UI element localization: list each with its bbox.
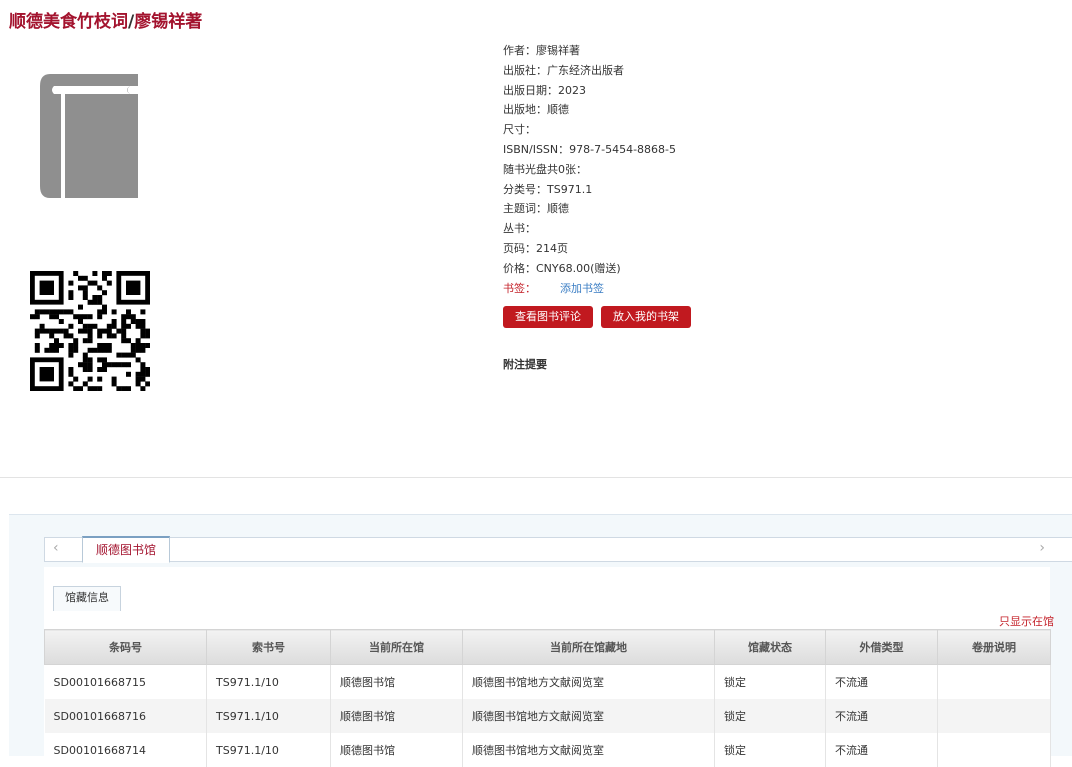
library-tab-strip: ‹ 顺德图书馆 › xyxy=(44,536,1072,563)
meta-price: 价格：CNY68.00(赠送) xyxy=(503,261,621,275)
col-volume-note[interactable]: 卷册说明 xyxy=(937,629,1051,665)
tab-holdings-info[interactable]: 馆藏信息 xyxy=(53,586,121,611)
col-current-location[interactable]: 当前所在馆藏地 xyxy=(462,629,715,665)
cell-loan-type: 不流通 xyxy=(825,699,938,733)
section-divider xyxy=(0,477,1072,478)
cell-loan-type: 不流通 xyxy=(825,733,938,767)
cell-barcode: SD00101668716 xyxy=(44,699,207,733)
cell-status: 锁定 xyxy=(714,699,826,733)
col-current-library[interactable]: 当前所在馆 xyxy=(330,629,463,665)
col-barcode[interactable]: 条码号 xyxy=(44,629,207,665)
page-title: 顺德美食竹枝词/廖锡祥著 xyxy=(9,7,202,32)
holdings-content: 馆藏信息 只显示在馆 条码号 索书号 当前所在馆 当前所在馆藏地 馆藏状态 外借… xyxy=(44,567,1054,767)
cell-location: 顺德图书馆地方文献阅览室 xyxy=(462,699,715,733)
cell-library: 顺德图书馆 xyxy=(330,733,463,767)
notes-heading: 附注提要 xyxy=(503,358,547,371)
cell-call-number: TS971.1/10 xyxy=(206,699,331,733)
cell-call-number: TS971.1/10 xyxy=(206,733,331,767)
cell-location: 顺德图书馆地方文献阅览室 xyxy=(462,733,715,767)
cell-barcode: SD00101668714 xyxy=(44,733,207,767)
table-row[interactable]: SD00101668715 TS971.1/10 顺德图书馆 顺德图书馆地方文献… xyxy=(44,664,1051,699)
table-row[interactable]: SD00101668716 TS971.1/10 顺德图书馆 顺德图书馆地方文献… xyxy=(44,699,1051,733)
view-reviews-button[interactable]: 查看图书评论 xyxy=(503,306,593,328)
meta-series: 丛书： xyxy=(503,222,536,236)
book-author: 廖锡祥著 xyxy=(134,12,203,32)
meta-publish-place: 出版地：顺德 xyxy=(503,103,569,117)
scroll-right-icon[interactable]: › xyxy=(1039,540,1045,556)
meta-author: 作者：廖锡祥著 xyxy=(503,44,580,57)
cell-call-number: TS971.1/10 xyxy=(206,664,331,699)
book-title: 顺德美食竹枝词 xyxy=(9,12,128,32)
meta-isbn: ISBN/ISSN：978-7-5454-8868-5 xyxy=(503,142,677,156)
tab-shunde-library[interactable]: 顺德图书馆 xyxy=(82,536,170,563)
cell-location: 顺德图书馆地方文献阅览室 xyxy=(462,664,715,699)
holdings-panel: ‹ 顺德图书馆 › 馆藏信息 只显示在馆 条码号 索书号 当前所在馆 当前所在馆… xyxy=(9,514,1072,767)
bookmark-label: 书签： xyxy=(503,281,536,295)
book-metadata: 作者：廖锡祥著 出版社：广东经济出版者 出版日期：2023 出版地：顺德 尺寸：… xyxy=(503,41,676,298)
cell-loan-type: 不流通 xyxy=(825,664,938,699)
cell-volume-note xyxy=(937,699,1051,733)
meta-class-number: 分类号：TS971.1 xyxy=(503,182,593,196)
table-row[interactable]: SD00101668714 TS971.1/10 顺德图书馆 顺德图书馆地方文献… xyxy=(44,733,1051,767)
book-icon xyxy=(40,74,138,198)
holdings-table: 条码号 索书号 当前所在馆 当前所在馆藏地 馆藏状态 外借类型 卷册说明 SD0… xyxy=(44,629,1051,767)
meta-pages: 页码：214页 xyxy=(503,241,568,255)
cell-volume-note xyxy=(937,733,1051,767)
meta-publisher: 出版社：广东经济出版者 xyxy=(503,63,624,77)
col-loan-type[interactable]: 外借类型 xyxy=(825,629,938,665)
table-header-row: 条码号 索书号 当前所在馆 当前所在馆藏地 馆藏状态 外借类型 卷册说明 xyxy=(44,629,1051,665)
cell-library: 顺德图书馆 xyxy=(330,699,463,733)
cell-status: 锁定 xyxy=(714,664,826,699)
cell-library: 顺德图书馆 xyxy=(330,664,463,699)
cell-volume-note xyxy=(937,664,1051,699)
add-to-shelf-button[interactable]: 放入我的书架 xyxy=(601,306,691,328)
meta-size: 尺寸： xyxy=(503,123,536,137)
add-bookmark-link[interactable]: 添加书签 xyxy=(560,282,604,295)
col-call-number[interactable]: 索书号 xyxy=(206,629,331,665)
cell-barcode: SD00101668715 xyxy=(44,664,207,699)
meta-publish-date: 出版日期：2023 xyxy=(503,83,586,97)
meta-cd-count: 随书光盘共0张： xyxy=(503,162,587,176)
meta-subject: 主题词：顺德 xyxy=(503,202,569,216)
scroll-left-icon[interactable]: ‹ xyxy=(53,540,59,556)
col-status[interactable]: 馆藏状态 xyxy=(714,629,826,665)
show-available-only-link[interactable]: 只显示在馆 xyxy=(999,613,1054,629)
cell-status: 锁定 xyxy=(714,733,826,767)
bookmark-row: 书签： 添加书签 xyxy=(503,279,676,299)
qr-code[interactable] xyxy=(30,271,150,391)
